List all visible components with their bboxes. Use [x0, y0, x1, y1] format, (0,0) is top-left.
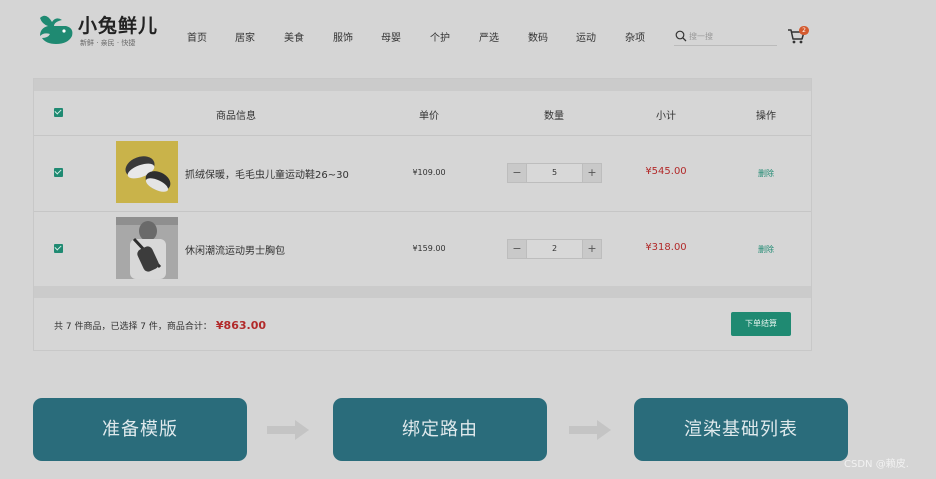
delete-link[interactable]: 删除: [758, 244, 774, 255]
summary-text: 共 7 件商品，已选择 7 件，商品合计：: [54, 322, 212, 332]
product-image-kids-shoes[interactable]: [116, 141, 178, 203]
step-prepare-template: 准备模版: [33, 398, 247, 461]
column-header-product: 商品信息: [216, 111, 256, 122]
summary-total: ¥863.00: [215, 319, 267, 332]
row-checkbox[interactable]: [54, 244, 63, 253]
product-name[interactable]: 休闲潮流运动男士胸包: [185, 242, 285, 257]
increase-quantity-button[interactable]: +: [582, 240, 601, 258]
cart-table: 商品信息 单价 数量 小计 操作 抓绒保暖，毛毛虫儿童运动鞋26~30 ¥109…: [33, 78, 812, 351]
column-header-price: 单价: [419, 111, 439, 122]
unit-price: ¥159.00: [412, 244, 446, 253]
cart-summary: 共 7 件商品，已选择 7 件，商品合计： ¥863.00: [54, 319, 266, 332]
nav-item-home-living[interactable]: 居家: [235, 29, 255, 44]
nav-item-baby[interactable]: 母婴: [381, 29, 401, 44]
increase-quantity-button[interactable]: +: [582, 164, 601, 182]
cart-count-badge: 2: [799, 26, 809, 35]
nav-item-misc[interactable]: 杂项: [625, 29, 645, 44]
logo-slogan: 新鲜 · 亲民 · 快捷: [80, 39, 136, 47]
column-header-subtotal: 小计: [656, 111, 676, 122]
nav-item-sports[interactable]: 运动: [576, 29, 596, 44]
rabbit-logo-icon: [40, 15, 73, 44]
nav-item-selected[interactable]: 严选: [479, 29, 499, 44]
nav-item-digital[interactable]: 数码: [528, 29, 548, 44]
arrow-right-icon: [569, 420, 611, 440]
column-header-action: 操作: [756, 111, 776, 122]
logo[interactable]: 小兔鲜儿 新鲜 · 亲民 · 快捷: [36, 10, 166, 54]
nav-item-home[interactable]: 首页: [187, 29, 207, 44]
search-icon[interactable]: [675, 30, 687, 42]
product-name[interactable]: 抓绒保暖，毛毛虫儿童运动鞋26~30: [185, 166, 349, 181]
row-subtotal: ¥545.00: [645, 166, 687, 177]
row-subtotal: ¥318.00: [645, 242, 687, 253]
search-input[interactable]: [689, 29, 774, 43]
checkout-button[interactable]: 下单结算: [731, 312, 791, 336]
select-all-checkbox[interactable]: [54, 108, 63, 117]
table-top-strip: [34, 79, 811, 91]
step-bind-route: 绑定路由: [333, 398, 547, 461]
product-image-chest-bag[interactable]: [116, 217, 178, 279]
table-bottom-strip: [34, 286, 811, 298]
quantity-value[interactable]: 2: [527, 240, 582, 258]
watermark: CSDN @赖皮.: [844, 459, 909, 470]
step-render-list: 渲染基础列表: [634, 398, 848, 461]
site-header: 小兔鲜儿 新鲜 · 亲民 · 快捷 首页 居家 美食 服饰 母婴 个护 严选 数…: [0, 0, 936, 70]
nav-item-apparel[interactable]: 服饰: [333, 29, 353, 44]
logo-text: 小兔鲜儿: [78, 15, 159, 37]
decrease-quantity-button[interactable]: −: [508, 240, 527, 258]
quantity-value[interactable]: 5: [527, 164, 582, 182]
divider: [34, 135, 811, 136]
nav-item-food[interactable]: 美食: [284, 29, 304, 44]
arrow-right-icon: [267, 420, 309, 440]
unit-price: ¥109.00: [412, 168, 446, 177]
delete-link[interactable]: 删除: [758, 168, 774, 179]
column-header-quantity: 数量: [544, 111, 564, 122]
row-checkbox[interactable]: [54, 168, 63, 177]
quantity-stepper: − 2 +: [507, 239, 602, 259]
nav-item-personal-care[interactable]: 个护: [430, 29, 450, 44]
quantity-stepper: − 5 +: [507, 163, 602, 183]
search-box: [674, 29, 777, 46]
divider: [34, 211, 811, 212]
decrease-quantity-button[interactable]: −: [508, 164, 527, 182]
